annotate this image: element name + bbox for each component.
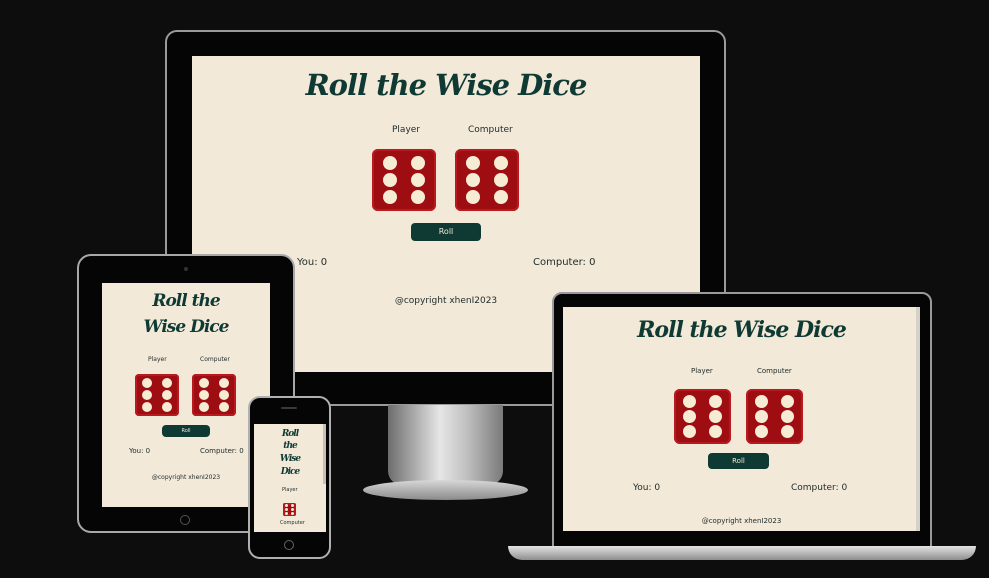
page-title: Roll the Wise Dice (305, 68, 588, 102)
footer: @copyright xhenI2023 (701, 517, 782, 525)
die-pip (465, 155, 480, 170)
page-title-line4: Dice (280, 467, 300, 477)
die-pip (683, 394, 697, 408)
computer-label: Computer (200, 356, 230, 363)
tablet-camera-icon (184, 267, 188, 271)
computer-die (192, 374, 236, 416)
die-pip (411, 173, 426, 187)
computer-score: Computer: 0 (533, 257, 596, 268)
die-pip (382, 173, 397, 187)
phone-screen: Roll the Wise Dice Player Computer (254, 424, 326, 532)
die-pip (411, 155, 426, 170)
die-pip (199, 378, 210, 389)
player-die (372, 149, 436, 211)
die-pip (218, 378, 229, 389)
player-label: Player (392, 125, 421, 135)
die-pip (465, 190, 480, 205)
die-pip (411, 190, 426, 205)
computer-die (455, 149, 519, 211)
computer-score: Computer: 0 (200, 447, 244, 455)
die-pip (708, 394, 722, 408)
die-pip (199, 390, 210, 400)
computer-score: Computer: 0 (791, 483, 848, 493)
roll-button[interactable]: Roll (162, 425, 210, 437)
die-pip (382, 190, 397, 205)
phone-speaker-icon (281, 407, 297, 409)
laptop-screen: Roll the Wise Dice Player Computer Roll … (563, 307, 920, 531)
player-label: Player (691, 367, 713, 375)
die-pip (285, 508, 289, 511)
phone-home-button-icon (284, 540, 294, 550)
player-die (283, 503, 296, 516)
player-die (135, 374, 179, 416)
player-score: You: 0 (633, 483, 661, 493)
die-pip (708, 425, 722, 439)
die-pip (708, 410, 722, 423)
die-pip (142, 401, 153, 412)
die-pip (494, 155, 509, 170)
player-score: You: 0 (297, 257, 328, 268)
footer: @copyright xhenI2023 (151, 474, 221, 481)
desktop-monitor-stand (388, 405, 503, 485)
die-pip (218, 401, 229, 412)
roll-button[interactable]: Roll (708, 453, 769, 469)
scrollbar[interactable] (916, 307, 920, 531)
die-pip (755, 425, 769, 439)
tablet-screen: Roll the Wise Dice Player Computer Roll … (102, 283, 270, 507)
player-die (674, 389, 731, 444)
computer-label: Computer (757, 367, 792, 375)
page-title-line3: Wise (279, 454, 301, 464)
die-pip (755, 394, 769, 408)
die-pip (780, 425, 794, 439)
page-title: Roll the Wise Dice (637, 317, 847, 343)
player-label: Player (282, 487, 298, 493)
page-title-line2: the (283, 441, 297, 451)
player-label: Player (148, 356, 167, 363)
page-title-line2: Wise Dice (143, 317, 230, 337)
die-pip (290, 511, 294, 515)
die-pip (494, 190, 509, 205)
computer-label: Computer (280, 520, 305, 526)
page-title-line1: Roll (281, 429, 299, 439)
die-pip (465, 173, 480, 187)
die-pip (285, 511, 289, 515)
die-pip (161, 390, 172, 400)
die-pip (199, 401, 210, 412)
die-pip (285, 504, 289, 508)
die-pip (780, 394, 794, 408)
die-pip (683, 425, 697, 439)
die-pip (382, 155, 397, 170)
page-title-line1: Roll the (152, 291, 220, 311)
die-pip (494, 173, 509, 187)
player-score: You: 0 (129, 447, 151, 455)
roll-button[interactable]: Roll (411, 223, 481, 241)
laptop-base (508, 546, 976, 560)
scrollbar[interactable] (323, 424, 326, 484)
die-pip (161, 378, 172, 389)
die-pip (218, 390, 229, 400)
die-pip (290, 504, 294, 508)
die-pip (780, 410, 794, 423)
die-pip (142, 378, 153, 389)
die-pip (161, 401, 172, 412)
desktop-monitor-base (363, 480, 528, 500)
die-pip (290, 508, 294, 511)
die-pip (755, 410, 769, 423)
computer-die (746, 389, 803, 444)
computer-label: Computer (468, 125, 513, 135)
tablet-home-button-icon (180, 515, 190, 525)
die-pip (142, 390, 153, 400)
die-pip (683, 410, 697, 423)
